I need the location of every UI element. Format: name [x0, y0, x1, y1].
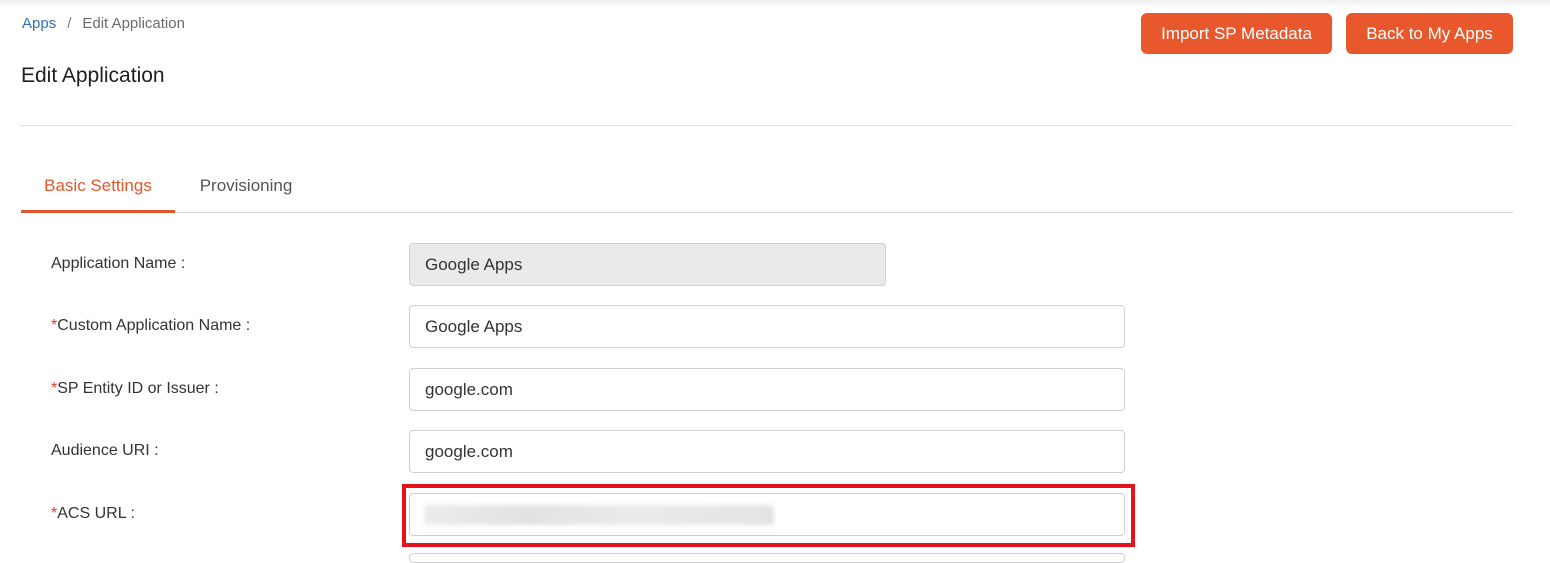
sp-entity-id-label: *SP Entity ID or Issuer : — [51, 380, 219, 398]
back-to-my-apps-button[interactable]: Back to My Apps — [1346, 13, 1513, 54]
header-divider — [21, 125, 1513, 126]
tab-basic-settings[interactable]: Basic Settings — [21, 162, 175, 213]
breadcrumb-apps-link[interactable]: Apps — [22, 15, 56, 32]
breadcrumb: Apps / Edit Application — [22, 15, 185, 32]
application-name-field — [409, 243, 886, 286]
sp-entity-id-label-text: SP Entity ID or Issuer : — [57, 380, 219, 397]
acs-url-highlight-box — [402, 484, 1135, 547]
custom-application-name-label: *Custom Application Name : — [51, 317, 250, 335]
tab-provisioning[interactable]: Provisioning — [181, 162, 311, 213]
breadcrumb-current: Edit Application — [82, 15, 185, 32]
audience-uri-label: Audience URI : — [51, 442, 159, 460]
tab-bar: Basic Settings Provisioning — [21, 162, 1513, 213]
sp-entity-id-field[interactable] — [409, 368, 1125, 411]
custom-application-name-label-text: Custom Application Name : — [57, 317, 251, 334]
page-title: Edit Application — [21, 64, 165, 87]
custom-application-name-field[interactable] — [409, 305, 1125, 348]
import-sp-metadata-button[interactable]: Import SP Metadata — [1141, 13, 1332, 54]
acs-url-label-text: ACS URL : — [57, 505, 135, 522]
application-name-label-text: Application Name : — [51, 255, 186, 272]
next-field-partial[interactable] — [409, 553, 1125, 563]
audience-uri-field[interactable] — [409, 430, 1125, 473]
audience-uri-label-text: Audience URI : — [51, 442, 159, 459]
top-shadow — [0, 0, 1550, 8]
acs-url-label: *ACS URL : — [51, 505, 135, 523]
breadcrumb-separator: / — [67, 15, 72, 32]
application-name-label: Application Name : — [51, 255, 185, 273]
